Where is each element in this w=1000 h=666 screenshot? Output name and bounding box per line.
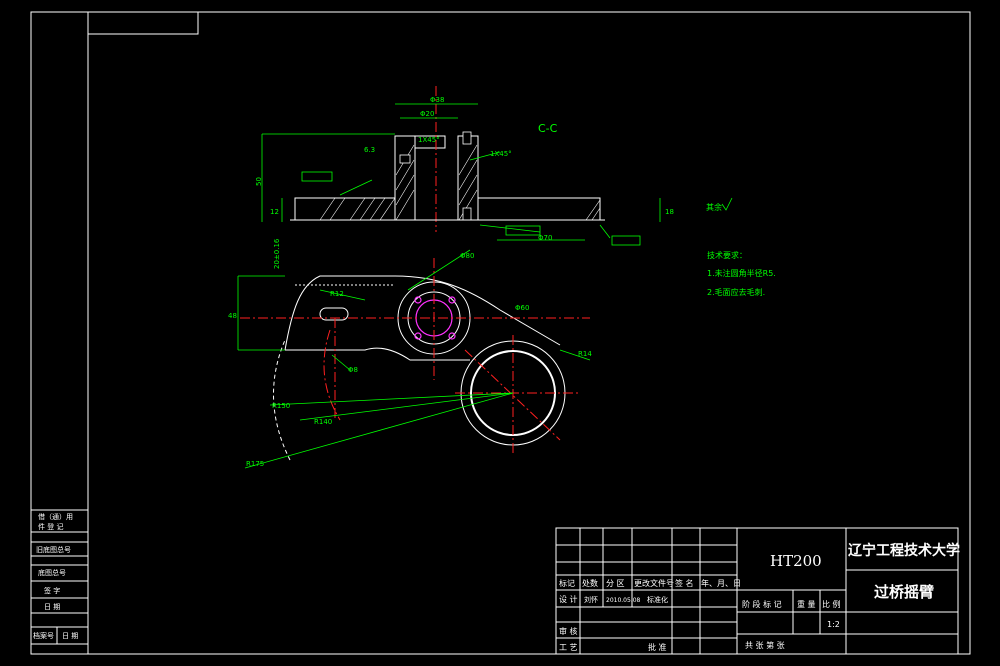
svg-text:20±0.16: 20±0.16 xyxy=(273,238,281,269)
svg-text:阶 段 标 记: 阶 段 标 记 xyxy=(742,599,782,609)
svg-text:R150: R150 xyxy=(272,402,290,410)
svg-text:R140: R140 xyxy=(314,418,332,426)
svg-text:比 例: 比 例 xyxy=(822,599,841,609)
svg-text:标准化: 标准化 xyxy=(647,595,668,604)
svg-text:审 核: 审 核 xyxy=(559,626,578,636)
svg-text:签 名: 签 名 xyxy=(675,578,694,588)
svg-text:批 准: 批 准 xyxy=(648,642,667,652)
left-side-table: 借（通）用 件 登 记 旧底图总号 底图总号 签 字 日 期 档案号 日 期 xyxy=(30,509,89,645)
svg-text:R14: R14 xyxy=(578,350,592,358)
svg-text:其余: 其余 xyxy=(706,202,722,212)
svg-text:共 张 第 张: 共 张 第 张 xyxy=(745,640,785,650)
svg-text:辽宁工程技术大学: 辽宁工程技术大学 xyxy=(848,542,960,559)
svg-text:日 期: 日 期 xyxy=(62,632,78,640)
svg-text:分 区: 分 区 xyxy=(606,579,625,588)
svg-text:1X45°: 1X45° xyxy=(418,136,440,144)
svg-text:过桥摇臂: 过桥摇臂 xyxy=(874,583,934,601)
svg-text:18: 18 xyxy=(665,208,674,216)
svg-text:2010.05.08: 2010.05.08 xyxy=(606,597,641,604)
plan-view: 20±0.16 48 R12 Φ80 Φ60 R150 R140 R175 R1… xyxy=(228,238,592,469)
svg-text:签 字: 签 字 xyxy=(44,586,60,595)
svg-text:1:2: 1:2 xyxy=(827,620,840,629)
svg-text:Φ38: Φ38 xyxy=(430,96,444,104)
svg-text:Φ80: Φ80 xyxy=(460,252,474,260)
inner-border xyxy=(87,11,971,655)
svg-text:借（通）用: 借（通）用 xyxy=(38,512,73,521)
svg-text:12: 12 xyxy=(270,208,279,216)
svg-text:件 登 记: 件 登 记 xyxy=(38,522,63,531)
svg-text:2.毛面应去毛刺.: 2.毛面应去毛刺. xyxy=(707,287,765,297)
svg-text:R12: R12 xyxy=(330,290,344,298)
svg-text:标记: 标记 xyxy=(559,578,575,588)
section-label: C-C xyxy=(538,122,558,135)
svg-text:日 期: 日 期 xyxy=(44,603,60,611)
svg-text:档案号: 档案号 xyxy=(33,631,54,640)
svg-text:更改文件号: 更改文件号 xyxy=(634,578,674,588)
svg-text:Φ20: Φ20 xyxy=(420,110,434,118)
svg-text:50: 50 xyxy=(255,177,263,186)
svg-text:工 艺: 工 艺 xyxy=(559,643,578,652)
svg-text:R175: R175 xyxy=(246,460,264,468)
corner-box xyxy=(87,11,199,35)
svg-text:重 量: 重 量 xyxy=(797,599,816,609)
svg-text:处数: 处数 xyxy=(582,578,598,588)
svg-text:底图总号: 底图总号 xyxy=(38,568,66,577)
svg-text:技术要求：: 技术要求： xyxy=(707,250,747,260)
svg-text:刘怀: 刘怀 xyxy=(584,595,598,604)
svg-text:HT200: HT200 xyxy=(770,552,822,570)
section-view: C-C Φ38 Φ20 1X45° 1X45° 50 6.3 12 Φ70 18 xyxy=(255,86,674,246)
title-block: HT200 辽宁工程技术大学 过桥摇臂 标记 处数 分 区 更改文件号 签 名 … xyxy=(555,527,960,655)
svg-text:Φ60: Φ60 xyxy=(515,304,529,312)
svg-text:1.未注圆角半径R5.: 1.未注圆角半径R5. xyxy=(707,268,776,278)
svg-text:设 计: 设 计 xyxy=(559,594,578,604)
svg-text:1X45°: 1X45° xyxy=(490,150,512,158)
drawing-sheet: C-C Φ38 Φ20 1X45° 1X45° 50 6.3 12 Φ70 18… xyxy=(30,11,971,655)
outer-border xyxy=(30,11,971,655)
svg-text:Φ8: Φ8 xyxy=(348,366,358,374)
technical-notes: 其余 技术要求： 1.未注圆角半径R5. 2.毛面应去毛刺. xyxy=(706,197,776,297)
svg-text:旧底图总号: 旧底图总号 xyxy=(36,545,71,554)
svg-text:6.3: 6.3 xyxy=(364,146,375,154)
svg-text:48: 48 xyxy=(228,312,237,320)
svg-text:年、月、日: 年、月、日 xyxy=(701,578,741,588)
